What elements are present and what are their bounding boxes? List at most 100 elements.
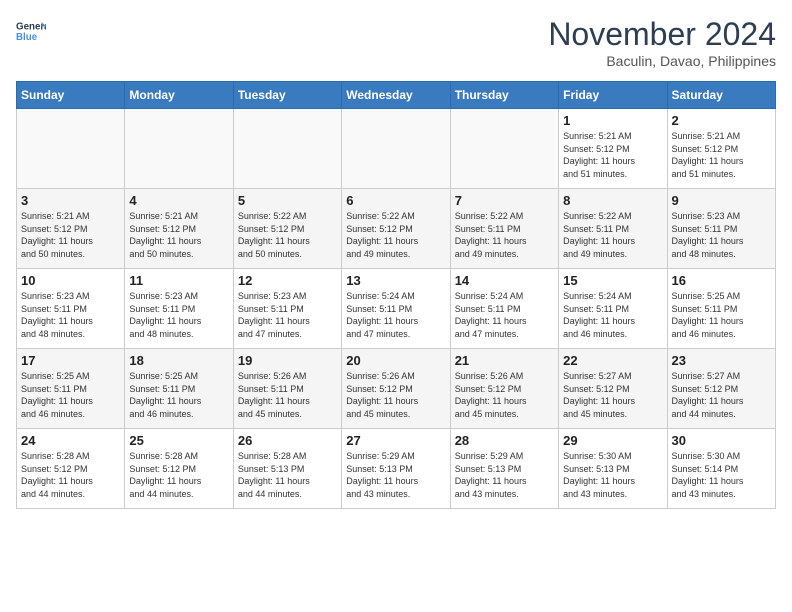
day-number: 7 [455, 193, 554, 208]
calendar-cell: 9 Sunrise: 5:23 AMSunset: 5:11 PMDaylight… [667, 189, 775, 269]
day-info: Sunrise: 5:28 AMSunset: 5:12 PMDaylight:… [129, 450, 228, 500]
calendar-cell: 27 Sunrise: 5:29 AMSunset: 5:13 PMDayligh… [342, 429, 450, 509]
day-info: Sunrise: 5:23 AMSunset: 5:11 PMDaylight:… [238, 290, 337, 340]
day-info: Sunrise: 5:25 AMSunset: 5:11 PMDaylight:… [129, 370, 228, 420]
calendar-week-row: 17 Sunrise: 5:25 AMSunset: 5:11 PMDayligh… [17, 349, 776, 429]
calendar-cell: 22 Sunrise: 5:27 AMSunset: 5:12 PMDayligh… [559, 349, 667, 429]
month-title: November 2024 [548, 16, 776, 53]
calendar-cell: 7Sunrise: 5:22 AMSunset: 5:11 PMDaylight… [450, 189, 558, 269]
calendar-cell: 14 Sunrise: 5:24 AMSunset: 5:11 PMDayligh… [450, 269, 558, 349]
day-number: 2 [672, 113, 771, 128]
day-info: Sunrise: 5:25 AMSunset: 5:11 PMDaylight:… [21, 370, 120, 420]
day-number: 6 [346, 193, 445, 208]
calendar-cell: 6 Sunrise: 5:22 AMSunset: 5:12 PMDaylight… [342, 189, 450, 269]
day-info: Sunrise: 5:25 AMSunset: 5:11 PMDaylight:… [672, 290, 771, 340]
day-number: 15 [563, 273, 662, 288]
weekday-header: Sunday [17, 82, 125, 109]
calendar-cell: 11Sunrise: 5:23 AMSunset: 5:11 PMDayligh… [125, 269, 233, 349]
calendar-cell: 28 Sunrise: 5:29 AMSunset: 5:13 PMDayligh… [450, 429, 558, 509]
day-info: Sunrise: 5:27 AMSunset: 5:12 PMDaylight:… [563, 370, 662, 420]
day-info: Sunrise: 5:22 AMSunset: 5:12 PMDaylight:… [346, 210, 445, 260]
calendar-cell [342, 109, 450, 189]
calendar-cell: 21 Sunrise: 5:26 AMSunset: 5:12 PMDayligh… [450, 349, 558, 429]
calendar-cell: 24Sunrise: 5:28 AMSunset: 5:12 PMDayligh… [17, 429, 125, 509]
day-info: Sunrise: 5:23 AMSunset: 5:11 PMDaylight:… [21, 290, 120, 340]
logo-icon: General Blue [16, 16, 46, 46]
day-info: Sunrise: 5:26 AMSunset: 5:12 PMDaylight:… [346, 370, 445, 420]
calendar-cell: 29 Sunrise: 5:30 AMSunset: 5:13 PMDayligh… [559, 429, 667, 509]
calendar-cell: 17 Sunrise: 5:25 AMSunset: 5:11 PMDayligh… [17, 349, 125, 429]
calendar-cell: 3 Sunrise: 5:21 AMSunset: 5:12 PMDaylight… [17, 189, 125, 269]
day-number: 3 [21, 193, 120, 208]
day-number: 4 [129, 193, 228, 208]
title-block: November 2024 Baculin, Davao, Philippine… [548, 16, 776, 69]
day-info: Sunrise: 5:24 AMSunset: 5:11 PMDaylight:… [455, 290, 554, 340]
day-number: 12 [238, 273, 337, 288]
calendar-cell: 23Sunrise: 5:27 AMSunset: 5:12 PMDayligh… [667, 349, 775, 429]
day-number: 29 [563, 433, 662, 448]
calendar-cell: 20 Sunrise: 5:26 AMSunset: 5:12 PMDayligh… [342, 349, 450, 429]
day-info: Sunrise: 5:21 AMSunset: 5:12 PMDaylight:… [563, 130, 662, 180]
day-number: 8 [563, 193, 662, 208]
day-number: 13 [346, 273, 445, 288]
day-number: 14 [455, 273, 554, 288]
calendar-cell: 19 Sunrise: 5:26 AMSunset: 5:11 PMDayligh… [233, 349, 341, 429]
day-info: Sunrise: 5:21 AMSunset: 5:12 PMDaylight:… [129, 210, 228, 260]
calendar-table: SundayMondayTuesdayWednesdayThursdayFrid… [16, 81, 776, 509]
svg-text:Blue: Blue [16, 32, 38, 43]
day-info: Sunrise: 5:24 AMSunset: 5:11 PMDaylight:… [563, 290, 662, 340]
weekday-header: Friday [559, 82, 667, 109]
day-number: 11 [129, 273, 228, 288]
day-number: 9 [672, 193, 771, 208]
calendar-cell: 13 Sunrise: 5:24 AMSunset: 5:11 PMDayligh… [342, 269, 450, 349]
day-number: 21 [455, 353, 554, 368]
logo: General Blue [16, 16, 46, 46]
day-number: 16 [672, 273, 771, 288]
day-number: 20 [346, 353, 445, 368]
day-info: Sunrise: 5:27 AMSunset: 5:12 PMDaylight:… [672, 370, 771, 420]
weekday-header-row: SundayMondayTuesdayWednesdayThursdayFrid… [17, 82, 776, 109]
calendar-cell: 2Sunrise: 5:21 AMSunset: 5:12 PMDaylight… [667, 109, 775, 189]
day-number: 28 [455, 433, 554, 448]
day-number: 19 [238, 353, 337, 368]
day-info: Sunrise: 5:21 AMSunset: 5:12 PMDaylight:… [21, 210, 120, 260]
calendar-week-row: 3 Sunrise: 5:21 AMSunset: 5:12 PMDaylight… [17, 189, 776, 269]
day-info: Sunrise: 5:26 AMSunset: 5:12 PMDaylight:… [455, 370, 554, 420]
calendar-cell: 10 Sunrise: 5:23 AMSunset: 5:11 PMDayligh… [17, 269, 125, 349]
calendar-cell: 4 Sunrise: 5:21 AMSunset: 5:12 PMDaylight… [125, 189, 233, 269]
calendar-cell: 8 Sunrise: 5:22 AMSunset: 5:11 PMDaylight… [559, 189, 667, 269]
day-number: 22 [563, 353, 662, 368]
weekday-header: Wednesday [342, 82, 450, 109]
day-number: 27 [346, 433, 445, 448]
day-info: Sunrise: 5:26 AMSunset: 5:11 PMDaylight:… [238, 370, 337, 420]
calendar-week-row: 1 Sunrise: 5:21 AMSunset: 5:12 PMDaylight… [17, 109, 776, 189]
calendar-cell [233, 109, 341, 189]
day-info: Sunrise: 5:29 AMSunset: 5:13 PMDaylight:… [346, 450, 445, 500]
weekday-header: Tuesday [233, 82, 341, 109]
calendar-week-row: 10 Sunrise: 5:23 AMSunset: 5:11 PMDayligh… [17, 269, 776, 349]
day-number: 26 [238, 433, 337, 448]
day-number: 18 [129, 353, 228, 368]
calendar-cell [17, 109, 125, 189]
calendar-cell [450, 109, 558, 189]
location: Baculin, Davao, Philippines [548, 53, 776, 69]
page-header: General Blue November 2024 Baculin, Dava… [16, 16, 776, 69]
day-info: Sunrise: 5:28 AMSunset: 5:12 PMDaylight:… [21, 450, 120, 500]
day-number: 10 [21, 273, 120, 288]
day-info: Sunrise: 5:30 AMSunset: 5:13 PMDaylight:… [563, 450, 662, 500]
day-number: 1 [563, 113, 662, 128]
calendar-cell [125, 109, 233, 189]
calendar-cell: 30 Sunrise: 5:30 AMSunset: 5:14 PMDayligh… [667, 429, 775, 509]
day-number: 17 [21, 353, 120, 368]
weekday-header: Thursday [450, 82, 558, 109]
day-info: Sunrise: 5:24 AMSunset: 5:11 PMDaylight:… [346, 290, 445, 340]
day-info: Sunrise: 5:30 AMSunset: 5:14 PMDaylight:… [672, 450, 771, 500]
day-info: Sunrise: 5:23 AMSunset: 5:11 PMDaylight:… [672, 210, 771, 260]
calendar-cell: 12 Sunrise: 5:23 AMSunset: 5:11 PMDayligh… [233, 269, 341, 349]
calendar-cell: 25Sunrise: 5:28 AMSunset: 5:12 PMDayligh… [125, 429, 233, 509]
day-info: Sunrise: 5:22 AMSunset: 5:11 PMDaylight:… [563, 210, 662, 260]
day-number: 5 [238, 193, 337, 208]
day-number: 30 [672, 433, 771, 448]
day-info: Sunrise: 5:29 AMSunset: 5:13 PMDaylight:… [455, 450, 554, 500]
calendar-week-row: 24Sunrise: 5:28 AMSunset: 5:12 PMDayligh… [17, 429, 776, 509]
